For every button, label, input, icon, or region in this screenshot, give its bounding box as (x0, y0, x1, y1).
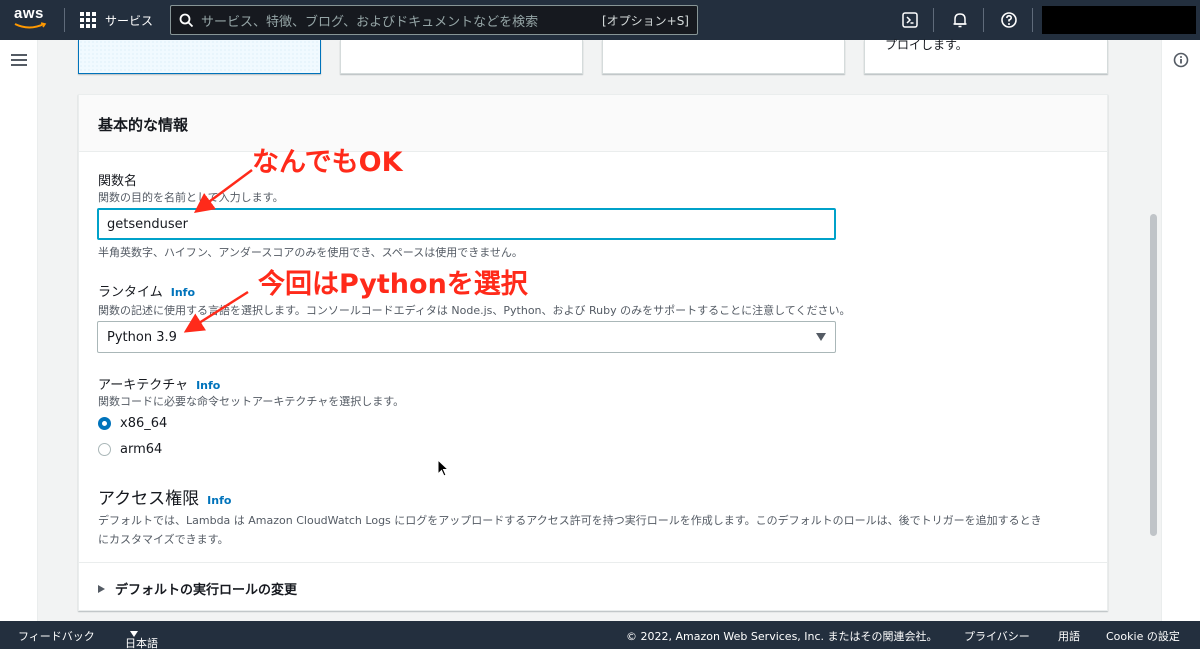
footer: フィードバック 日本語 © 2022, Amazon Web Services,… (0, 621, 1200, 649)
copyright-text: © 2022, Amazon Web Services, Inc. またはその関… (626, 630, 938, 643)
arrow-to-function-name (193, 168, 253, 213)
arrow-to-runtime (183, 290, 249, 333)
terms-link[interactable]: 用語 (1058, 628, 1080, 644)
annotation-arrows (183, 168, 253, 333)
feedback-link[interactable]: フィードバック (18, 628, 95, 644)
language-label: 日本語 (125, 637, 158, 649)
language-selector[interactable]: 日本語 (125, 628, 158, 649)
privacy-link[interactable]: プライバシー (964, 628, 1030, 644)
cookie-settings-link[interactable]: Cookie の設定 (1106, 628, 1180, 644)
mouse-cursor-icon (437, 459, 449, 477)
